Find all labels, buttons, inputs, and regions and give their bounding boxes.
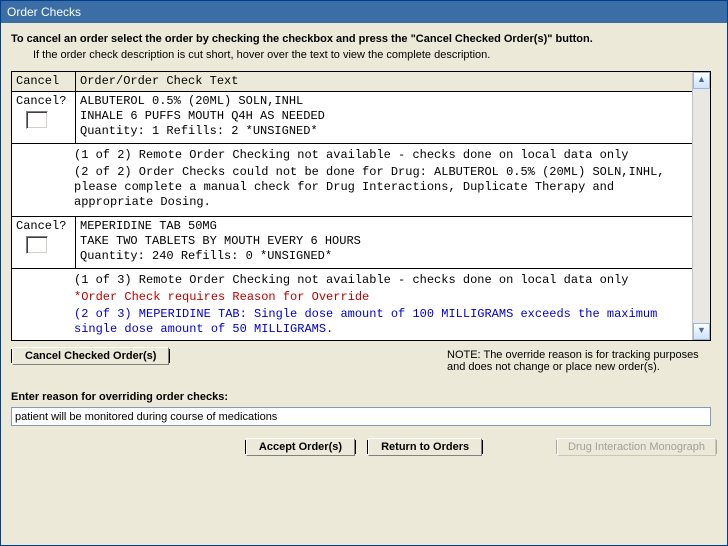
- table-row: Cancel? ALBUTEROL 0.5% (20ML) SOLN,INHL …: [12, 92, 692, 144]
- check-line-override: *Order Check requires Reason for Overrid…: [74, 290, 688, 305]
- order-checks-window: Order Checks To cancel an order select t…: [0, 0, 728, 546]
- order-line: MEPERIDINE TAB 50MG: [80, 219, 688, 234]
- scroll-track[interactable]: [693, 89, 710, 323]
- scroll-down-button[interactable]: ▼: [693, 323, 710, 340]
- table-body: Cancel Order/Order Check Text Cancel?: [12, 72, 692, 340]
- drug-interaction-monograph-button: Drug Interaction Monograph: [556, 440, 717, 454]
- table-row: Cancel? MEPERIDINE TAB 50MG TAKE TWO TAB…: [12, 217, 692, 269]
- col-header-cancel: Cancel: [12, 72, 76, 92]
- cancel-checkbox[interactable]: [26, 236, 48, 254]
- check-line: (2 of 2) Order Checks could not be done …: [74, 165, 688, 210]
- order-line: Quantity: 1 Refills: 2 *UNSIGNED*: [80, 124, 688, 139]
- order-text: ALBUTEROL 0.5% (20ML) SOLN,INHL INHALE 6…: [76, 92, 693, 144]
- cancel-label: Cancel?: [16, 219, 66, 233]
- order-checks-table: Cancel Order/Order Check Text Cancel?: [11, 71, 711, 341]
- cancel-label: Cancel?: [16, 94, 66, 108]
- order-line: Quantity: 240 Refills: 0 *UNSIGNED*: [80, 249, 688, 264]
- cancel-checkbox[interactable]: [26, 111, 48, 129]
- override-reason-input[interactable]: [11, 407, 711, 426]
- check-line-warning: (2 of 3) MEPERIDINE TAB: Single dose amo…: [74, 307, 688, 337]
- vertical-scrollbar[interactable]: ▲ ▼: [692, 72, 710, 340]
- table-row-checks: (1 of 2) Remote Order Checking not avail…: [12, 144, 692, 217]
- cancel-checked-orders-button[interactable]: Cancel Checked Order(s): [11, 349, 170, 363]
- scroll-up-button[interactable]: ▲: [693, 72, 710, 89]
- content-area: To cancel an order select the order by c…: [1, 23, 727, 478]
- order-line: INHALE 6 PUFFS MOUTH Q4H AS NEEDED: [80, 109, 688, 124]
- check-line: (1 of 2) Remote Order Checking not avail…: [74, 148, 688, 163]
- order-text: MEPERIDINE TAB 50MG TAKE TWO TABLETS BY …: [76, 217, 693, 269]
- accept-orders-button[interactable]: Accept Order(s): [245, 440, 356, 454]
- reason-label: Enter reason for overriding order checks…: [11, 391, 717, 403]
- instruction-sub: If the order check description is cut sh…: [33, 49, 717, 61]
- override-note: NOTE: The override reason is for trackin…: [437, 349, 717, 373]
- check-line: (1 of 3) Remote Order Checking not avail…: [74, 273, 688, 288]
- return-to-orders-button[interactable]: Return to Orders: [367, 440, 483, 454]
- col-header-text: Order/Order Check Text: [76, 72, 693, 92]
- order-line: ALBUTEROL 0.5% (20ML) SOLN,INHL: [80, 94, 688, 109]
- window-title: Order Checks: [1, 1, 727, 23]
- check-line-override: *Order Check requires Reason for Overrid…: [74, 339, 688, 340]
- order-line: TAKE TWO TABLETS BY MOUTH EVERY 6 HOURS: [80, 234, 688, 249]
- table-row-checks: (1 of 3) Remote Order Checking not avail…: [12, 269, 692, 341]
- instruction-main: To cancel an order select the order by c…: [11, 33, 717, 45]
